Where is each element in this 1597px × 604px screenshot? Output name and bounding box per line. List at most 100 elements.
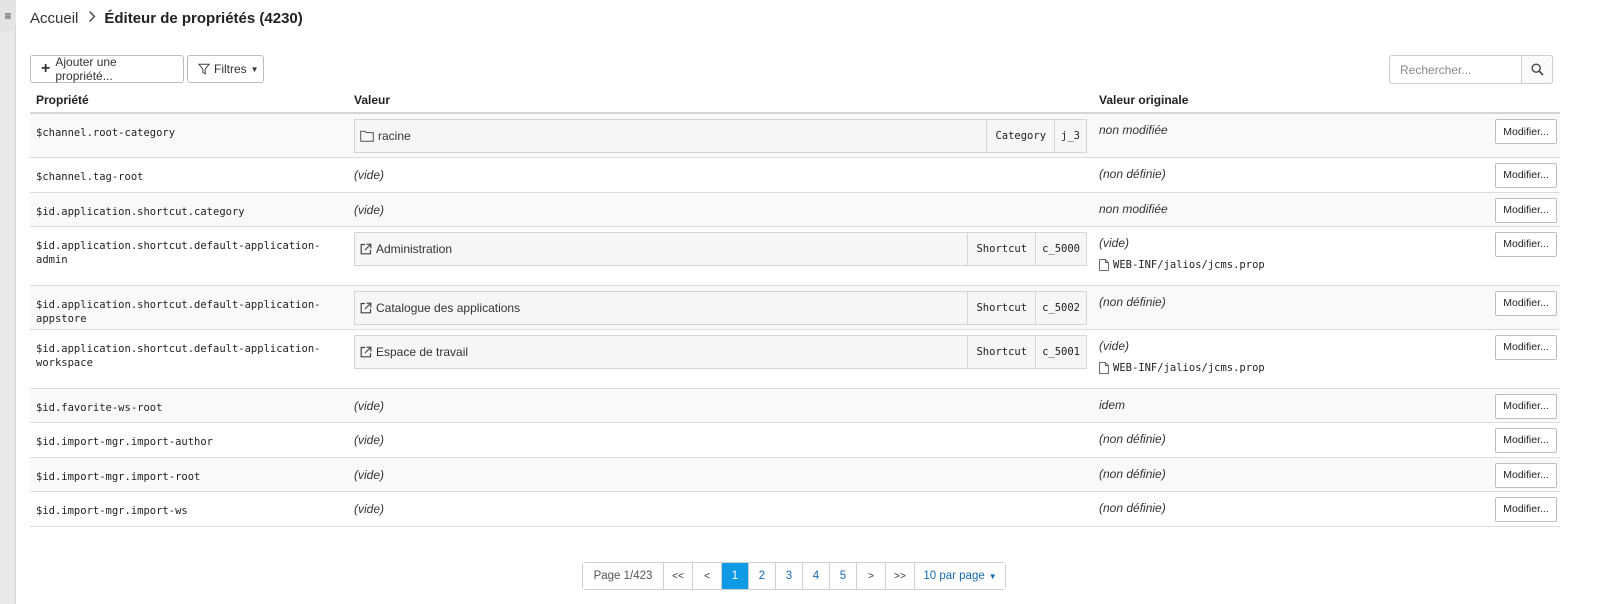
filters-label: Filtres (214, 62, 247, 76)
property-name: $id.favorite-ws-root (36, 401, 163, 414)
sidebar-toggle-icon[interactable]: ≡ (0, 0, 16, 32)
property-name: $id.import-mgr.import-ws (36, 504, 188, 517)
property-name-cell: $id.import-mgr.import-root (30, 457, 348, 492)
table-row: $id.application.shortcut.category (vide) n… (30, 192, 1560, 227)
reference-link[interactable]: Catalogue des applications (355, 292, 967, 324)
table-row: $id.application.shortcut.default-applica… (30, 226, 1560, 286)
pagination: Page 1/423 << < 1 2 3 4 5 > >> 10 par pa… (582, 562, 1006, 590)
page-size-label: 10 par page (923, 570, 985, 582)
reference-id: j_3 (1054, 120, 1086, 152)
table-row: $id.import-mgr.import-root (vide) (non déf… (30, 457, 1560, 492)
original-value-cell: non modifiée (1093, 192, 1488, 227)
original-value-text: (vide) (1099, 235, 1130, 250)
plus-icon: + (41, 60, 51, 77)
page-button-4[interactable]: 4 (802, 563, 829, 589)
property-value-text: (vide) (354, 432, 385, 447)
property-value-text: (vide) (354, 398, 385, 413)
original-value-cell: idem (1093, 388, 1488, 423)
original-value-cell: (non définie) (1093, 285, 1488, 330)
table-header-row: Propriété Valeur Valeur originale (30, 87, 1560, 114)
table-row: $id.import-mgr.import-author (vide) (non d… (30, 422, 1560, 458)
modify-button[interactable]: Modifier... (1495, 393, 1557, 419)
modify-button[interactable]: Modifier... (1495, 462, 1557, 488)
property-name-cell: $id.application.shortcut.category (30, 192, 348, 227)
table-row: $id.favorite-ws-root (vide) idem Modifier..… (30, 388, 1560, 423)
last-page-button[interactable]: >> (885, 563, 914, 589)
property-value-cell: (vide) (348, 388, 1093, 423)
filter-icon (198, 63, 210, 75)
page-button-1[interactable]: 1 (721, 563, 748, 589)
property-value-cell: (vide) (348, 192, 1093, 227)
original-value-cell: non modifiée (1093, 113, 1488, 158)
reference-link[interactable]: racine (355, 120, 986, 152)
caret-down-icon: ▼ (988, 571, 997, 581)
property-value-cell: Catalogue des applications Shortcut c_5002 (348, 285, 1093, 330)
modify-button[interactable]: Modifier... (1495, 334, 1557, 360)
property-value-cell: (vide) (348, 457, 1093, 492)
reference-value-box: Catalogue des applications Shortcut c_5002 (354, 290, 1087, 325)
property-value-cell: (vide) (348, 491, 1093, 527)
property-name: $id.application.shortcut.default-applica… (36, 239, 321, 266)
reference-type: Category (986, 120, 1054, 152)
modify-button[interactable]: Modifier... (1495, 197, 1557, 223)
property-name-cell: $id.favorite-ws-root (30, 388, 348, 423)
modify-button[interactable]: Modifier... (1495, 427, 1557, 453)
action-cell: Modifier... (1488, 192, 1560, 227)
table-row: $id.application.shortcut.default-applica… (30, 285, 1560, 330)
property-name: $id.application.shortcut.default-applica… (36, 298, 321, 325)
table-row: $id.import-mgr.import-ws (vide) (non défin… (30, 491, 1560, 527)
modify-button[interactable]: Modifier... (1495, 162, 1557, 188)
first-page-button[interactable]: << (663, 563, 692, 589)
next-page-button[interactable]: > (856, 563, 885, 589)
column-header-property: Propriété (30, 87, 348, 114)
modify-button[interactable]: Modifier... (1495, 119, 1557, 144)
action-cell: Modifier... (1488, 329, 1560, 389)
add-property-button[interactable]: + Ajouter une propriété... (30, 55, 184, 83)
properties-table: Propriété Valeur Valeur originale $chann… (30, 87, 1560, 527)
add-property-label: Ajouter une propriété... (55, 55, 117, 83)
property-value-cell: (vide) (348, 157, 1093, 193)
original-value-text: non modifiée (1099, 201, 1168, 216)
breadcrumb-home-link[interactable]: Accueil (30, 10, 78, 27)
file-icon (1099, 258, 1113, 271)
search-box (1389, 55, 1553, 84)
table-row: $channel.tag-root (vide) (non définie) Modi… (30, 157, 1560, 193)
page-button-5[interactable]: 5 (829, 563, 856, 589)
prev-page-button[interactable]: < (692, 563, 721, 589)
reference-label: Catalogue des applications (376, 300, 521, 315)
reference-value-box: Administration Shortcut c_5000 (354, 231, 1087, 266)
source-file: WEB-INF/jalios/jcms.prop (1099, 259, 1482, 271)
original-value-text: (non définie) (1099, 500, 1166, 515)
search-icon (1530, 63, 1544, 76)
modify-button[interactable]: Modifier... (1495, 231, 1557, 257)
filters-button[interactable]: Filtres ▼ (187, 55, 264, 83)
property-value-text: (vide) (354, 501, 385, 516)
action-cell: Modifier... (1488, 285, 1560, 330)
original-value-text: (vide) (1099, 338, 1130, 353)
original-value-text: (non définie) (1099, 466, 1166, 481)
property-value-text: (vide) (354, 467, 385, 482)
action-cell: Modifier... (1488, 457, 1560, 492)
action-cell: Modifier... (1488, 422, 1560, 458)
reference-link[interactable]: Espace de travail (355, 336, 967, 368)
page-size-select[interactable]: 10 par page ▼ (914, 563, 1005, 589)
reference-type: Shortcut (967, 291, 1035, 324)
left-sidebar-strip (0, 0, 16, 604)
property-name-cell: $channel.root-category (30, 113, 348, 158)
modify-button[interactable]: Modifier... (1495, 290, 1557, 316)
reference-label: Administration (376, 241, 453, 256)
reference-value-box: Espace de travail Shortcut c_5001 (354, 334, 1087, 369)
modify-button[interactable]: Modifier... (1495, 496, 1557, 522)
page-button-3[interactable]: 3 (775, 563, 802, 589)
original-value-cell: (non définie) (1093, 457, 1488, 492)
property-name: $channel.tag-root (36, 170, 144, 183)
search-input[interactable] (1389, 55, 1521, 84)
reference-id: c_5001 (1035, 335, 1086, 368)
reference-type: Shortcut (967, 232, 1035, 265)
page-button-2[interactable]: 2 (748, 563, 775, 589)
action-cell: Modifier... (1488, 157, 1560, 193)
action-cell: Modifier... (1488, 388, 1560, 423)
reference-link[interactable]: Administration (355, 233, 967, 265)
source-file-path: WEB-INF/jalios/jcms.prop (1113, 258, 1265, 271)
search-button[interactable] (1521, 55, 1553, 84)
